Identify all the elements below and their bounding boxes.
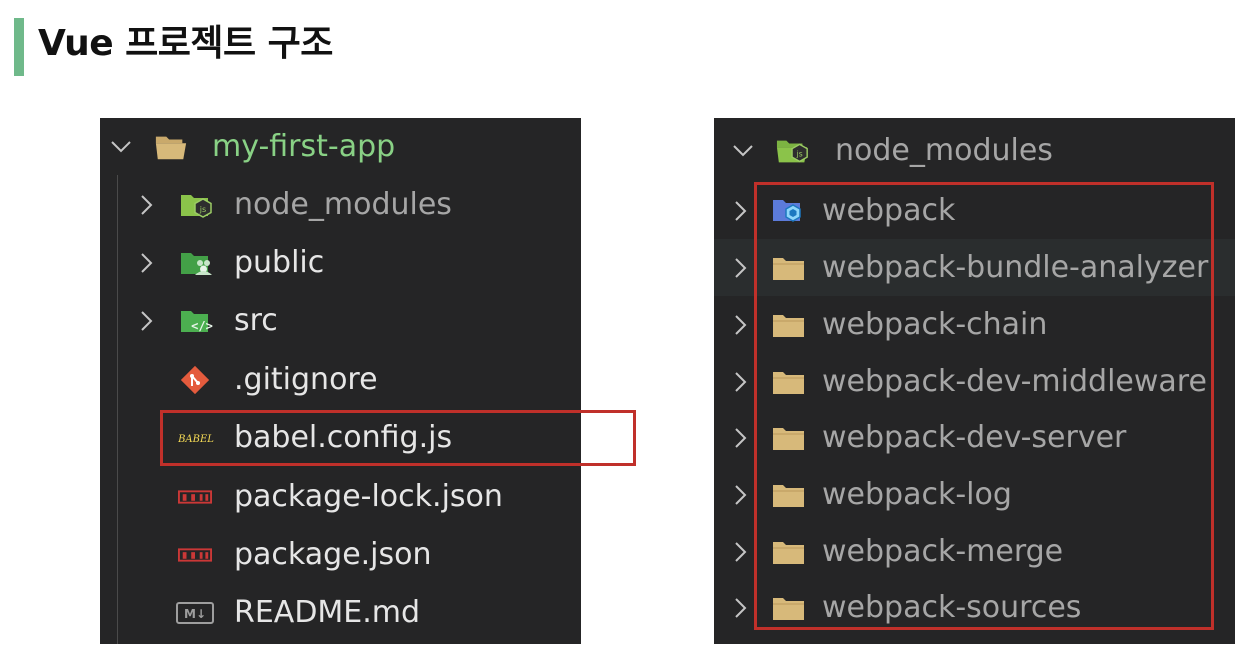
- svg-text:</>: </>: [191, 319, 213, 333]
- npm-icon: [178, 480, 212, 514]
- explorer-panel-node-modules: js node_modules webpack webpack-bundle-a…: [714, 118, 1235, 644]
- chevron-right-icon[interactable]: [730, 593, 752, 623]
- tree-item-label: package-lock.json: [234, 478, 503, 514]
- chevron-right-icon[interactable]: [136, 248, 158, 278]
- tree-item-label: README.md: [234, 594, 421, 630]
- tree-item-public[interactable]: public: [100, 234, 581, 291]
- title-accent-bar: [14, 18, 24, 76]
- public-folder-icon: [180, 246, 214, 280]
- tree-item-package-json[interactable]: package.json: [100, 526, 581, 583]
- nodejs-folder-icon: js: [776, 134, 810, 168]
- highlight-box-babel-config: [160, 410, 636, 466]
- tree-item-label: .gitignore: [234, 361, 378, 397]
- page-title: Vue 프로젝트 구조: [38, 23, 333, 64]
- svg-text:M↓: M↓: [184, 607, 206, 621]
- slide: Vue 프로젝트 구조 my-first-app js node_modules…: [0, 0, 1251, 660]
- src-folder-icon: </>: [180, 304, 214, 338]
- chevron-right-icon[interactable]: [730, 537, 752, 567]
- chevron-right-icon[interactable]: [730, 367, 752, 397]
- explorer-panel-my-first-app: my-first-app js node_modules public </> …: [100, 118, 636, 644]
- chevron-right-icon[interactable]: [730, 253, 752, 283]
- tree-item-package-lock[interactable]: package-lock.json: [100, 468, 581, 525]
- tree-root-label: node_modules: [835, 132, 1053, 168]
- tree-item-readme[interactable]: M↓ README.md: [100, 584, 581, 641]
- tree-item-gitignore[interactable]: .gitignore: [100, 351, 581, 408]
- chevron-down-icon[interactable]: [732, 136, 754, 166]
- chevron-right-icon[interactable]: [730, 310, 752, 340]
- npm-icon: [178, 538, 212, 572]
- chevron-down-icon[interactable]: [110, 132, 132, 162]
- chevron-right-icon[interactable]: [730, 423, 752, 453]
- tree-root-node-modules[interactable]: js node_modules: [714, 122, 1235, 179]
- svg-text:js: js: [199, 205, 206, 214]
- tree-item-node-modules[interactable]: js node_modules: [100, 176, 581, 233]
- svg-text:js: js: [796, 149, 803, 158]
- nodejs-folder-icon: js: [180, 188, 214, 222]
- chevron-right-icon[interactable]: [136, 190, 158, 220]
- markdown-icon: M↓: [176, 596, 214, 630]
- tree-root-label: my-first-app: [212, 128, 396, 164]
- chevron-right-icon[interactable]: [730, 480, 752, 510]
- tree-item-label: public: [234, 244, 325, 280]
- chevron-right-icon[interactable]: [730, 196, 752, 226]
- folder-open-icon: [154, 130, 188, 164]
- git-icon: [178, 363, 212, 397]
- chevron-right-icon[interactable]: [136, 306, 158, 336]
- tree-item-label: src: [234, 302, 278, 338]
- tree-root-my-first-app[interactable]: my-first-app: [100, 118, 581, 175]
- tree-item-label: node_modules: [234, 186, 452, 222]
- highlight-box-webpack-packages: [754, 182, 1214, 630]
- tree-item-label: package.json: [234, 536, 432, 572]
- tree-item-src[interactable]: </> src: [100, 292, 581, 349]
